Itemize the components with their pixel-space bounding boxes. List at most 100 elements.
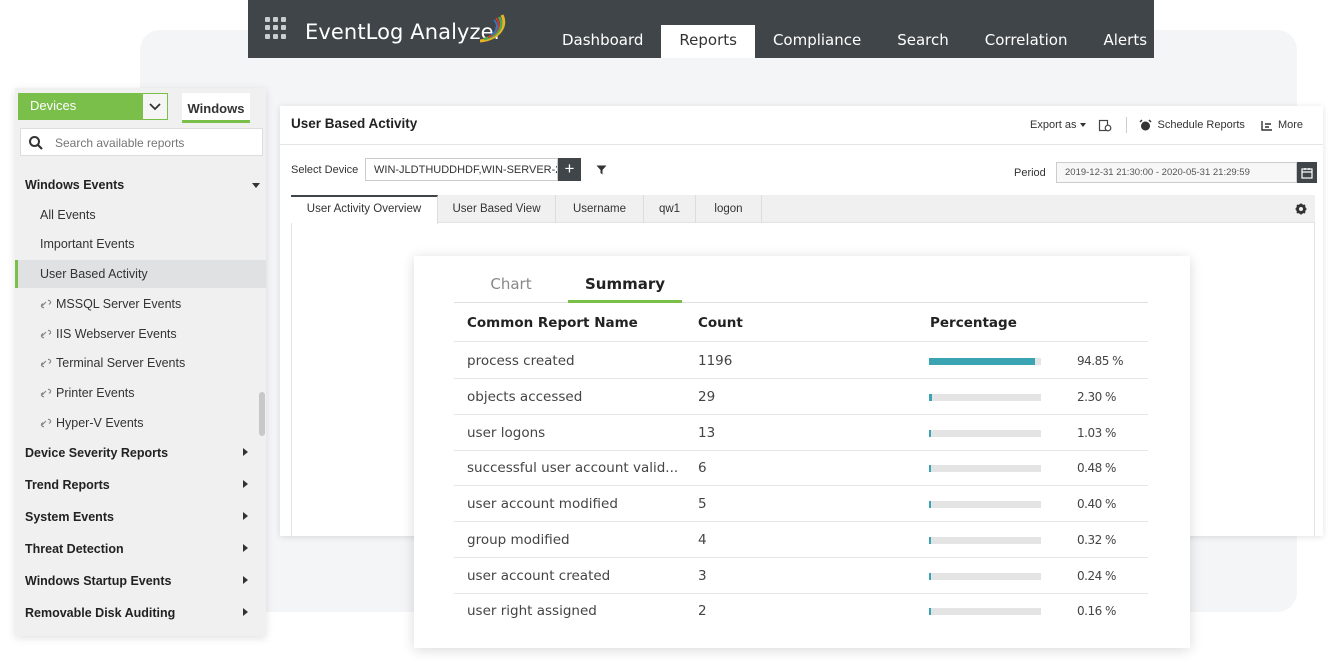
sidebar-scrollbar[interactable] bbox=[259, 392, 265, 436]
nav-correlation[interactable]: Correlation bbox=[967, 25, 1086, 58]
report-count: 29 bbox=[698, 389, 716, 405]
tab-summary[interactable]: Summary bbox=[568, 266, 682, 303]
nav-alerts[interactable]: Alerts bbox=[1086, 25, 1166, 58]
sidebar: Devices Windows Windows Events All Event… bbox=[15, 88, 266, 636]
sidebar-item-label: All Events bbox=[40, 208, 96, 222]
percentage-bar bbox=[929, 608, 1041, 615]
gear-icon[interactable] bbox=[1295, 203, 1307, 215]
nav-dashboard[interactable]: Dashboard bbox=[544, 25, 661, 58]
table-row[interactable]: user logons 13 1.03 % bbox=[454, 415, 1148, 451]
export-settings-button[interactable] bbox=[1098, 119, 1112, 132]
report-percentage: 0.32 % bbox=[1077, 533, 1116, 547]
table-row[interactable]: process created 1196 94.85 % bbox=[454, 343, 1148, 379]
report-count: 5 bbox=[698, 496, 707, 512]
sidebar-section-trend[interactable]: Trend Reports bbox=[25, 478, 260, 492]
percentage-bar bbox=[929, 358, 1041, 365]
sidebar-group-label: Windows Events bbox=[25, 178, 125, 192]
report-percentage: 1.03 % bbox=[1077, 426, 1116, 440]
device-type-select[interactable]: Devices bbox=[18, 93, 168, 120]
sidebar-item-terminal[interactable]: Terminal Server Events bbox=[15, 349, 266, 377]
table-row[interactable]: successful user account valid... 6 0.48 … bbox=[454, 450, 1148, 486]
report-name: group modified bbox=[467, 532, 570, 548]
main-nav: Dashboard Reports Compliance Search Corr… bbox=[544, 25, 1165, 58]
filter-icon[interactable] bbox=[596, 165, 607, 175]
calendar-icon bbox=[1301, 167, 1313, 179]
sidebar-item-label: User Based Activity bbox=[40, 267, 148, 281]
calendar-button[interactable] bbox=[1297, 162, 1317, 183]
tab-username[interactable]: Username bbox=[556, 195, 644, 223]
search-icon bbox=[29, 136, 43, 150]
add-device-button[interactable]: + bbox=[558, 158, 581, 181]
sidebar-section-system[interactable]: System Events bbox=[25, 510, 260, 524]
sidebar-item-important-events[interactable]: Important Events bbox=[15, 230, 266, 258]
export-settings-icon bbox=[1099, 119, 1112, 131]
device-field[interactable]: WIN-JLDTHUDDHDF,WIN-SERVER-2012 bbox=[365, 158, 558, 181]
nav-reports[interactable]: Reports bbox=[661, 25, 755, 58]
report-search[interactable] bbox=[20, 128, 263, 156]
percentage-bar-fill bbox=[929, 358, 1036, 365]
link-icon bbox=[40, 388, 52, 398]
report-name: objects accessed bbox=[467, 389, 583, 405]
link-icon bbox=[40, 358, 52, 368]
tab-user-activity-overview[interactable]: User Activity Overview bbox=[291, 195, 438, 224]
chevron-right-icon bbox=[243, 512, 248, 520]
chevron-right-icon bbox=[243, 448, 248, 456]
table-header: Common Report Name Count Percentage bbox=[454, 304, 1148, 342]
brand-logo-icon bbox=[479, 14, 506, 43]
report-name: user right assigned bbox=[467, 603, 597, 619]
sidebar-section-label: System Events bbox=[25, 510, 114, 524]
sidebar-item-mssql[interactable]: MSSQL Server Events bbox=[15, 290, 266, 318]
sidebar-item-all-events[interactable]: All Events bbox=[15, 201, 266, 229]
chevron-right-icon bbox=[243, 608, 248, 616]
percentage-bar-fill bbox=[929, 573, 931, 580]
more-button[interactable]: More bbox=[1261, 119, 1303, 131]
table-row[interactable]: user account created 3 0.24 % bbox=[454, 558, 1148, 594]
table-row[interactable]: group modified 4 0.32 % bbox=[454, 522, 1148, 558]
sidebar-item-user-based-activity[interactable]: User Based Activity bbox=[15, 260, 266, 288]
nav-compliance[interactable]: Compliance bbox=[755, 25, 879, 58]
tab-chart[interactable]: Chart bbox=[454, 266, 568, 303]
chevron-down-icon[interactable] bbox=[142, 93, 168, 120]
report-name: user account modified bbox=[467, 496, 618, 512]
tab-logon[interactable]: logon bbox=[696, 195, 762, 223]
sidebar-section-threat[interactable]: Threat Detection bbox=[25, 542, 260, 556]
table-row[interactable]: user right assigned 2 0.16 % bbox=[454, 593, 1148, 629]
sidebar-item-label: Terminal Server Events bbox=[56, 356, 186, 370]
sidebar-item-printer[interactable]: Printer Events bbox=[15, 379, 266, 407]
summary-tabs: Chart Summary bbox=[454, 266, 1148, 303]
report-toolbar: Export as Schedule Reports More bbox=[1018, 117, 1303, 133]
toolbar-divider bbox=[1126, 117, 1128, 133]
table-row[interactable]: objects accessed 29 2.30 % bbox=[454, 379, 1148, 415]
sidebar-group-windows-events[interactable]: Windows Events bbox=[25, 178, 260, 192]
report-count: 4 bbox=[698, 532, 707, 548]
nav-search[interactable]: Search bbox=[879, 25, 967, 58]
percentage-bar-fill bbox=[929, 394, 932, 401]
sidebar-item-label: IIS Webserver Events bbox=[56, 327, 177, 341]
sidebar-section-label: Trend Reports bbox=[25, 478, 110, 492]
search-input[interactable] bbox=[55, 133, 255, 152]
sidebar-section-label: Device Severity Reports bbox=[25, 446, 169, 460]
table-row[interactable]: user account modified 5 0.40 % bbox=[454, 486, 1148, 522]
app-grid-icon[interactable] bbox=[265, 17, 287, 39]
sidebar-section-device-severity[interactable]: Device Severity Reports bbox=[25, 446, 260, 460]
page-title: User Based Activity bbox=[291, 116, 418, 131]
chevron-down-icon bbox=[252, 183, 260, 188]
report-percentage: 0.48 % bbox=[1077, 461, 1116, 475]
period-field[interactable]: 2019-12-31 21:30:00 - 2020-05-31 21:29:5… bbox=[1056, 162, 1297, 183]
column-percentage: Percentage bbox=[930, 315, 1017, 331]
sidebar-section-removable-disk[interactable]: Removable Disk Auditing bbox=[25, 606, 260, 620]
percentage-bar bbox=[929, 537, 1041, 544]
caret-down-icon bbox=[1080, 123, 1087, 127]
export-button[interactable]: Export as bbox=[1030, 119, 1087, 131]
tab-qw1[interactable]: qw1 bbox=[644, 195, 696, 223]
tab-windows[interactable]: Windows bbox=[182, 93, 250, 123]
report-percentage: 94.85 % bbox=[1077, 354, 1124, 368]
column-count: Count bbox=[698, 315, 743, 331]
sidebar-section-startup[interactable]: Windows Startup Events bbox=[25, 574, 260, 588]
sidebar-item-hyperv[interactable]: Hyper-V Events bbox=[15, 409, 266, 437]
report-name: process created bbox=[467, 353, 575, 369]
schedule-reports-button[interactable]: Schedule Reports bbox=[1139, 118, 1245, 132]
report-percentage: 0.24 % bbox=[1077, 569, 1116, 583]
tab-user-based-view[interactable]: User Based View bbox=[438, 195, 556, 223]
sidebar-item-iis[interactable]: IIS Webserver Events bbox=[15, 320, 266, 348]
